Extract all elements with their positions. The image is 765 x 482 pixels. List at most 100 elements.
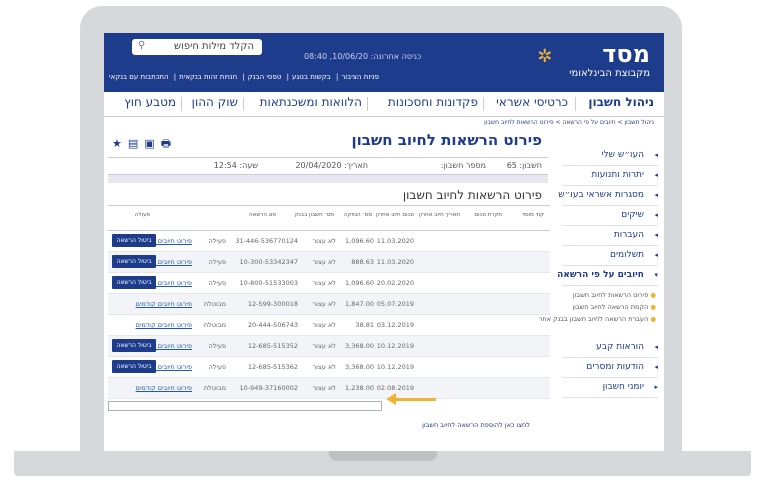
col-header: מס׳ חשבון בבנק — [294, 212, 334, 218]
last-charge-amount: 888.63 — [351, 258, 374, 266]
sidebar-item-active[interactable]: ▾ חיובים על פי הרשאה — [557, 267, 658, 286]
arrow-icon: ◂ — [654, 191, 658, 199]
status-cell: לא עצור — [312, 321, 336, 329]
main-nav: ניהול חשבון כרטיסי אשראי פקדונות וחסכונו… — [104, 92, 664, 117]
sidebar-item[interactable]: ◂ מסגרות אשראי בעו״ש — [558, 187, 658, 206]
table-row: 11.03.2020 888.63 לא עצור 10-300-53342347 פע… — [108, 252, 550, 273]
export-icon[interactable]: ▣ — [144, 137, 160, 150]
table-row: 03.12.2019 38.81 לא עצור 20-444-506743 מבוטל… — [108, 315, 550, 336]
type-cell: מבוטלת — [203, 384, 226, 392]
status-cell: לא עצור — [312, 300, 336, 308]
tab-capital-market[interactable]: שוק ההון — [192, 95, 238, 109]
last-charge-date: 11.03.2020 — [376, 237, 414, 245]
tab-deposits[interactable]: פקדונות וחסכונות — [388, 95, 478, 109]
sidebar-item[interactable]: ▸ יומני חשבון — [562, 379, 658, 398]
authorizations-table: קוד מוסד תקרת סכום תאריך חיוב אחרון סכום… — [108, 205, 550, 399]
toolbar: 🖶▣▤★ — [112, 135, 177, 154]
col-header: קוד מוסד — [522, 212, 544, 218]
reference-cell: 10-300-53342347 — [239, 258, 298, 266]
sidebar-subitem[interactable]: ● העברת הרשאה לחיוב חשבון בבנק אחר — [539, 315, 656, 323]
top-link[interactable]: בקשות בנוגע — [292, 73, 331, 81]
reference-cell: 12-685-515362 — [247, 363, 298, 371]
search-placeholder: הקלד מילות חיפוש — [174, 41, 254, 52]
sidebar-item[interactable]: ◂ תשלומים — [562, 247, 658, 266]
col-header: סכום חיוב אחרון — [376, 212, 414, 218]
status-cell: לא עצור — [312, 258, 336, 266]
section-subtitle: פירוט הרשאות לחיוב חשבון — [402, 188, 542, 202]
pdf-icon[interactable]: ▤ — [128, 137, 144, 150]
last-charge-amount: 1,847.00 — [345, 300, 374, 308]
search-input[interactable]: הקלד מילות חיפוש ⚲ — [132, 39, 262, 55]
search-icon[interactable]: ⚲ — [138, 40, 145, 51]
arrow-icon: ◂ — [654, 251, 658, 259]
type-cell: מבוטלת — [203, 300, 226, 308]
table-row: 20.02.2020 1,096.60 לא עצור 10-800-51533003… — [108, 273, 550, 294]
status-cell: לא עצור — [312, 384, 336, 392]
arrow-icon: ◂ — [654, 343, 658, 351]
status-cell: לא עצור — [312, 237, 336, 245]
type-cell: מבוטלת — [203, 321, 226, 329]
last-charge-date: 20.02.2020 — [376, 279, 414, 287]
arrow-icon: ◂ — [654, 211, 658, 219]
previous-charges-link[interactable]: פירוט חיובים קודמים — [136, 384, 192, 392]
arrow-icon: ◂ — [654, 151, 658, 159]
arrow-icon: ◂ — [654, 231, 658, 239]
sidebar-item[interactable]: ◂ יתרות ותנועות — [562, 167, 658, 186]
cancel-authorization-button[interactable]: ביטול הרשאה — [112, 255, 156, 268]
reference-cell: 10-800-51533003 — [239, 279, 298, 287]
bank-logo[interactable]: ✲ מסד מקבוצת הבינלאומי — [537, 40, 650, 80]
last-charge-amount: 3,368.00 — [345, 342, 374, 350]
top-link[interactable]: טפסי הבנק — [248, 73, 282, 81]
col-header: מס׳ הנפקה — [343, 212, 372, 218]
last-charge-amount: 1,238.00 — [345, 384, 374, 392]
status-cell: לא עצור — [312, 279, 336, 287]
col-header: תאריך חיוב אחרון — [419, 212, 460, 218]
breadcrumb[interactable]: ניהול חשבון > חיובים על פי הרשאה > פירוט… — [484, 119, 654, 126]
sidebar-item[interactable]: ◂ שיקים — [562, 207, 658, 226]
previous-charges-link[interactable]: פירוט חיובים קודמים — [136, 300, 192, 308]
top-link[interactable]: חנויות זהות בנקאית — [179, 73, 237, 81]
previous-charges-link[interactable]: פירוט חיובים קודמים — [136, 321, 192, 329]
nav-divider — [181, 97, 182, 111]
cancel-authorization-button[interactable]: ביטול הרשאה — [112, 276, 156, 289]
top-link[interactable]: התכתבות עם בנקאי — [109, 73, 169, 81]
table-header: קוד מוסד תקרת סכום תאריך חיוב אחרון סכום… — [108, 206, 550, 231]
add-authorization-link[interactable]: לחצו כאן להוספת הרשאה לחיוב חשבון — [422, 421, 530, 429]
arrow-pointer-shaft — [394, 398, 436, 401]
browser-screen: ✲ מסד מקבוצת הבינלאומי כניסה אחרונה: 10/… — [104, 33, 664, 451]
last-charge-date: 03.12.2019 — [376, 321, 414, 329]
tab-loans[interactable]: הלוואות ומשכנתאות — [260, 95, 362, 109]
sidebar-subitem[interactable]: ● פירוט הרשאות לחיוב חשבון — [573, 291, 656, 299]
horizontal-scrollbar[interactable] — [108, 401, 382, 411]
arrow-icon: ▾ — [654, 271, 658, 279]
account-info-row: חשבון: 65 מספר חשבון: תאריך: 20/04/2020 … — [108, 157, 548, 175]
page-title: פירוט הרשאות לחיוב חשבון — [351, 131, 542, 149]
tab-foreign-currency[interactable]: מטבע חוץ — [124, 95, 176, 109]
reference-cell: 12-599-300018 — [247, 300, 298, 308]
sidebar-item[interactable]: ◂ הוראות קבע — [562, 339, 658, 358]
logo-name: מסד — [602, 40, 650, 68]
top-header: ✲ מסד מקבוצת הבינלאומי כניסה אחרונה: 10/… — [104, 33, 664, 92]
sidebar-subitem[interactable]: ● הקמת הרשאה לחיוב חשבון — [572, 303, 656, 311]
table-row: 11.03.2020 1,096.60 לא עצור 31-446-53677012… — [108, 231, 550, 252]
cancel-authorization-button[interactable]: ביטול הרשאה — [112, 360, 156, 373]
top-link[interactable]: פניות הציבור — [341, 73, 379, 81]
tab-account-management[interactable]: ניהול חשבון — [588, 95, 654, 109]
reference-cell: 20-444-506743 — [247, 321, 298, 329]
star-icon[interactable]: ★ — [112, 137, 128, 150]
last-charge-date: 02.08.2019 — [376, 384, 414, 392]
cancel-authorization-button[interactable]: ביטול הרשאה — [112, 339, 156, 352]
type-cell: פעילה — [208, 237, 226, 245]
sidebar-item[interactable]: ◂ העברות — [562, 227, 658, 246]
date-label: תאריך: 20/04/2020 — [295, 161, 368, 170]
last-charge-amount: 1,096.60 — [345, 279, 374, 287]
cancel-authorization-button[interactable]: ביטול הרשאה — [112, 234, 156, 247]
tab-credit-cards[interactable]: כרטיסי אשראי — [496, 95, 568, 109]
sidebar-item[interactable]: ◂ הודעות ומסרים — [562, 359, 658, 378]
nav-divider — [483, 97, 484, 111]
col-header: תקרת סכום — [474, 212, 502, 218]
reference-cell: 10-949-37160002 — [239, 384, 298, 392]
type-cell: פעילה — [208, 258, 226, 266]
print-icon[interactable]: 🖶 — [161, 137, 177, 150]
sidebar-item[interactable]: ◂ העו״ש שלי — [562, 147, 658, 166]
